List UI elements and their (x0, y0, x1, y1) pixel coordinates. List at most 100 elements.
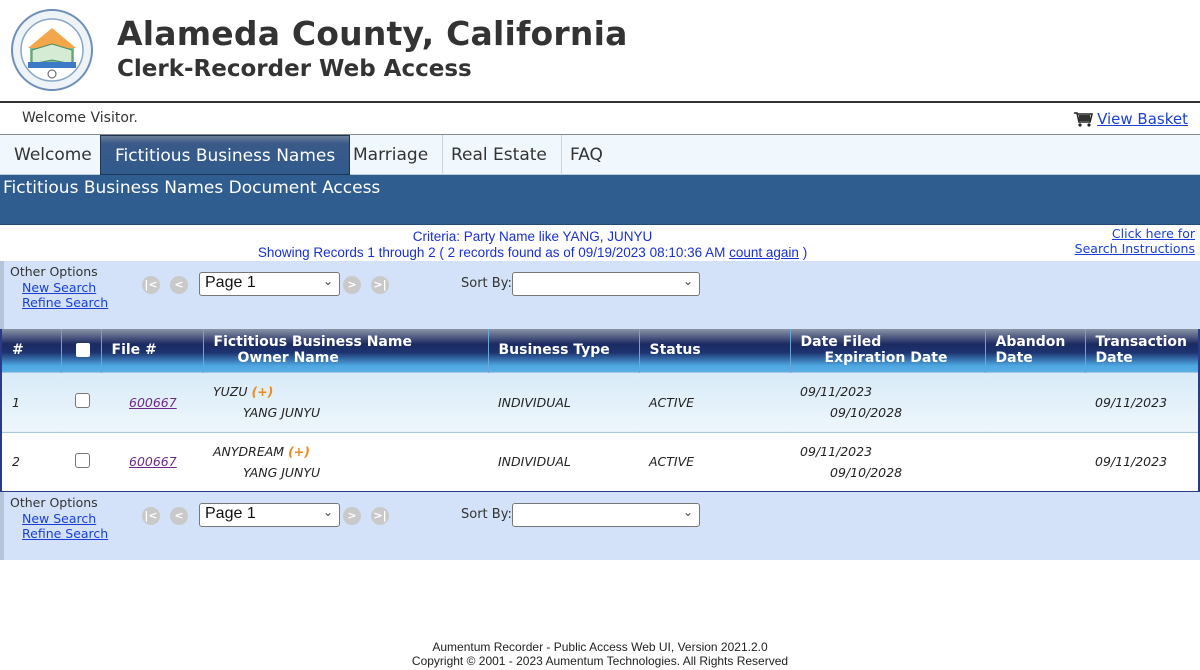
footer-copyright: Copyright © 2001 - 2023 Aumentum Technol… (411, 654, 789, 668)
chevron-down-icon: ⌄ (322, 505, 333, 519)
expand-details-button[interactable]: (+) (288, 444, 310, 459)
shopping-cart-icon (1074, 112, 1094, 127)
page-select-value: Page 1 (205, 274, 256, 291)
search-instructions-link-line2[interactable]: Search Instructions (1075, 241, 1195, 256)
site-header: Alameda County, California Clerk-Recorde… (0, 0, 1200, 100)
dates-cell: 09/11/2023 09/10/2028 (790, 431, 985, 492)
tab-welcome[interactable]: Welcome (0, 135, 107, 175)
col-transaction-date: Transaction Date (1085, 329, 1199, 372)
new-search-link[interactable]: New Search (22, 280, 108, 296)
owner-name: YANG JUNYU (243, 464, 321, 480)
file-number-cell: 600667 (101, 371, 203, 432)
row-checkbox[interactable] (75, 393, 90, 408)
results-table: # File # Fictitious Business Name Owner N… (0, 329, 1200, 493)
file-number-link[interactable]: 600667 (129, 395, 177, 410)
transaction-date: 09/11/2023 (1085, 431, 1199, 492)
next-page-icon[interactable]: > (343, 507, 361, 525)
business-name: YUZU (213, 384, 248, 399)
search-instructions[interactable]: Click here for Search Instructions (1075, 226, 1195, 256)
dates-cell: 09/11/2023 09/10/2028 (790, 371, 985, 432)
view-basket-link[interactable]: View Basket (1097, 110, 1188, 128)
page-select[interactable]: Page 1 ⌄ (199, 272, 340, 296)
criteria-text: Criteria: Party Name like YANG, JUNYU (412, 229, 653, 244)
table-row[interactable]: 2 600667 ANYDREAM (+) YANG JUNYU INDIVIDU… (1, 431, 1199, 492)
tab-real-estate[interactable]: Real Estate (437, 135, 562, 175)
footer: Aumentum Recorder - Public Access Web UI… (0, 640, 1200, 668)
chevron-down-icon: ⌄ (682, 274, 693, 288)
col-file: File # (101, 329, 204, 372)
status: ACTIVE (639, 431, 790, 492)
refine-search-link[interactable]: Refine Search (22, 295, 108, 311)
previous-page-icon[interactable]: < (170, 507, 188, 525)
sort-by-select[interactable]: ⌄ (512, 503, 700, 527)
file-number-cell: 600667 (101, 431, 203, 492)
chevron-down-icon: ⌄ (322, 274, 333, 288)
records-summary: Showing Records 1 through 2 ( 2 records … (0, 245, 1065, 261)
records-summary-text: Showing Records 1 through 2 ( 2 records … (257, 245, 730, 260)
col-transaction-label: Transaction (1095, 334, 1188, 351)
other-options: Other Options New Search Refine Search (10, 264, 108, 311)
pager-top: Other Options New Search Refine Search |… (0, 261, 1200, 329)
page-subtitle: Clerk-Recorder Web Access (117, 56, 472, 82)
welcome-message: Welcome Visitor. (22, 110, 138, 126)
business-type: INDIVIDUAL (488, 431, 639, 492)
expand-details-button[interactable]: (+) (251, 384, 273, 399)
status: ACTIVE (639, 371, 790, 432)
other-options: Other Options New Search Refine Search (10, 495, 108, 542)
page-select-value: Page 1 (205, 505, 256, 522)
records-summary-end: ) (798, 245, 808, 260)
tab-fictitious-business-names[interactable]: Fictitious Business Names (100, 135, 351, 175)
col-status: Status (639, 329, 791, 372)
col-transaction-label-2: Date (1095, 350, 1133, 367)
row-select-cell (61, 431, 101, 492)
business-name: ANYDREAM (213, 443, 285, 459)
col-business-name-label: Fictitious Business Name (213, 334, 412, 351)
file-number-link[interactable]: 600667 (129, 454, 177, 469)
table-header-row: # File # Fictitious Business Name Owner N… (1, 329, 1199, 372)
col-date-filed: Date Filed Expiration Date (790, 329, 986, 372)
last-page-icon[interactable]: >| (371, 276, 389, 294)
sort-by-select[interactable]: ⌄ (512, 272, 700, 296)
refine-search-link[interactable]: Refine Search (22, 526, 108, 542)
col-business-type: Business Type (488, 329, 640, 372)
other-options-label: Other Options (10, 264, 98, 279)
welcome-bar: Welcome Visitor. View Basket (0, 101, 1200, 135)
page-title: Alameda County, California (117, 14, 628, 53)
col-select-all (61, 329, 102, 372)
row-select-cell (61, 371, 101, 432)
count-again-link[interactable]: count again (729, 245, 799, 260)
col-expiration-label: Expiration Date (824, 350, 948, 367)
previous-page-icon[interactable]: < (170, 276, 188, 294)
next-page-icon[interactable]: > (343, 276, 361, 294)
row-number: 1 (1, 371, 61, 432)
col-num: # (1, 329, 62, 372)
col-abandon-label-2: Date (995, 350, 1033, 367)
row-number: 2 (1, 431, 61, 492)
expiration-date: 09/10/2028 (830, 405, 903, 420)
first-page-icon[interactable]: |< (142, 276, 160, 294)
col-abandon-label: Abandon (995, 334, 1066, 351)
select-all-checkbox[interactable] (75, 343, 90, 358)
first-page-icon[interactable]: |< (142, 507, 160, 525)
table-row[interactable]: 1 600667 YUZU (+) YANG JUNYU INDIVIDUAL A… (1, 371, 1199, 432)
transaction-date: 09/11/2023 (1085, 371, 1199, 432)
last-page-icon[interactable]: >| (371, 507, 389, 525)
tab-faq[interactable]: FAQ (556, 135, 617, 175)
view-basket[interactable]: View Basket (1073, 110, 1188, 128)
col-abandon-date: Abandon Date (985, 329, 1086, 372)
row-checkbox[interactable] (75, 452, 90, 468)
date-filed: 09/11/2023 (800, 443, 873, 459)
tab-marriage[interactable]: Marriage (339, 135, 444, 175)
footer-version: Aumentum Recorder - Public Access Web UI… (432, 640, 768, 654)
abandon-date (985, 371, 1085, 432)
new-search-link[interactable]: New Search (22, 511, 108, 527)
business-name-cell: ANYDREAM (+) YANG JUNYU (203, 431, 488, 492)
business-type: INDIVIDUAL (488, 371, 639, 432)
page-select[interactable]: Page 1 ⌄ (199, 503, 340, 527)
other-options-label: Other Options (10, 495, 98, 510)
col-business-name: Fictitious Business Name Owner Name (203, 329, 489, 372)
chevron-down-icon: ⌄ (682, 505, 693, 519)
section-title: Fictitious Business Names Document Acces… (0, 175, 1200, 225)
search-instructions-link-line1[interactable]: Click here for (1112, 226, 1195, 241)
business-name-cell: YUZU (+) YANG JUNYU (203, 371, 488, 432)
